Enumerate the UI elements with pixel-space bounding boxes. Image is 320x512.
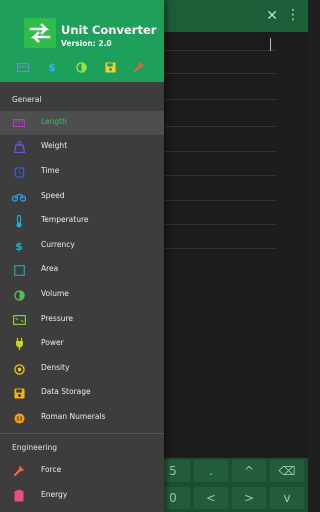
dollar-icon: $ [15, 239, 23, 253]
key-right[interactable]: > [232, 487, 266, 509]
app-version: Version: 2.0 [61, 39, 112, 48]
ruler-icon [12, 116, 26, 130]
nav-item-label: Speed [41, 191, 65, 200]
nav-item-length[interactable]: Length [0, 111, 164, 135]
weight-icon [12, 140, 26, 154]
save-icon[interactable] [103, 60, 117, 74]
more-icon[interactable]: ⋮ [286, 6, 300, 24]
result-divider [164, 73, 276, 74]
nav-item-label: Time [41, 166, 60, 175]
nav-item-force[interactable]: Force [0, 459, 164, 483]
nav-item-currency[interactable]: $ Currency [0, 234, 164, 258]
key-left[interactable]: < [194, 487, 228, 509]
swap-arrows-icon [29, 23, 51, 43]
density-icon [12, 362, 26, 376]
nav-item-data-storage[interactable]: Data Storage [0, 381, 164, 405]
nav-item-pressure[interactable]: Pressure [0, 308, 164, 332]
nav-item-density[interactable]: Density [0, 357, 164, 381]
section-general: General [12, 95, 42, 104]
pressure-icon [12, 313, 26, 327]
section-engineering: Engineering [12, 443, 57, 452]
app-logo [24, 18, 56, 48]
text-cursor [270, 38, 271, 51]
nav-item-label: Roman Numerals [41, 412, 106, 421]
roman-icon [12, 411, 26, 425]
nav-item-volume[interactable]: Volume [0, 283, 164, 307]
drawer-header: Unit Converter Version: 2.0 $ [0, 0, 164, 82]
force-icon [12, 464, 26, 478]
nav-item-label: Length [41, 117, 67, 126]
app-title: Unit Converter [61, 23, 157, 37]
motorbike-icon [12, 190, 26, 204]
app-root: ✕ ⋮ 5 . ^ ⌫ 0 < > v Unit Converter Versi… [0, 0, 308, 512]
key-up[interactable]: ^ [232, 460, 266, 482]
result-divider [164, 224, 276, 225]
nav-item-label: Force [41, 465, 62, 474]
nav-item-label: Area [41, 264, 59, 273]
input-underline [164, 50, 276, 51]
nav-item-power[interactable]: Power [0, 332, 164, 356]
nav-item-label: Pressure [41, 314, 74, 323]
nav-item-label: Weight [41, 141, 68, 150]
nav-item-time[interactable]: Time [0, 160, 164, 184]
area-icon [12, 263, 26, 277]
result-divider [164, 99, 276, 100]
navigation-drawer: Unit Converter Version: 2.0 $ General Le… [0, 0, 164, 512]
nav-item-label: Data Storage [41, 387, 91, 396]
result-divider [164, 200, 276, 201]
nav-item-label: Temperature [41, 215, 89, 224]
nav-item-speed[interactable]: Speed [0, 185, 164, 209]
calculator-icon[interactable] [16, 60, 30, 74]
nav-item-label: Currency [41, 240, 75, 249]
currency-icon[interactable]: $ [45, 60, 59, 74]
result-divider [164, 126, 276, 127]
close-icon[interactable]: ✕ [266, 7, 278, 25]
clock-icon [12, 165, 26, 179]
result-divider [164, 175, 276, 176]
energy-icon [12, 489, 26, 503]
nav-item-weight[interactable]: Weight [0, 135, 164, 159]
thermometer-icon [12, 214, 26, 228]
nav-item-label: Energy [41, 490, 68, 499]
wrench-icon[interactable] [132, 60, 146, 74]
theme-icon[interactable] [74, 60, 88, 74]
plug-icon [12, 337, 26, 351]
result-divider [164, 151, 276, 152]
section-divider [0, 433, 164, 434]
nav-item-energy[interactable]: Energy [0, 484, 164, 508]
result-divider [164, 248, 276, 249]
nav-item-label: Density [41, 363, 70, 372]
nav-item-roman-numerals[interactable]: Roman Numerals [0, 406, 164, 430]
nav-item-temperature[interactable]: Temperature [0, 209, 164, 233]
key-decimal[interactable]: . [194, 460, 228, 482]
nav-item-label: Volume [41, 289, 69, 298]
key-down[interactable]: v [270, 487, 304, 509]
key-backspace[interactable]: ⌫ [270, 460, 304, 482]
nav-item-label: Power [41, 338, 64, 347]
storage-icon [12, 386, 26, 400]
volume-icon [12, 288, 26, 302]
nav-item-area[interactable]: Area [0, 258, 164, 282]
